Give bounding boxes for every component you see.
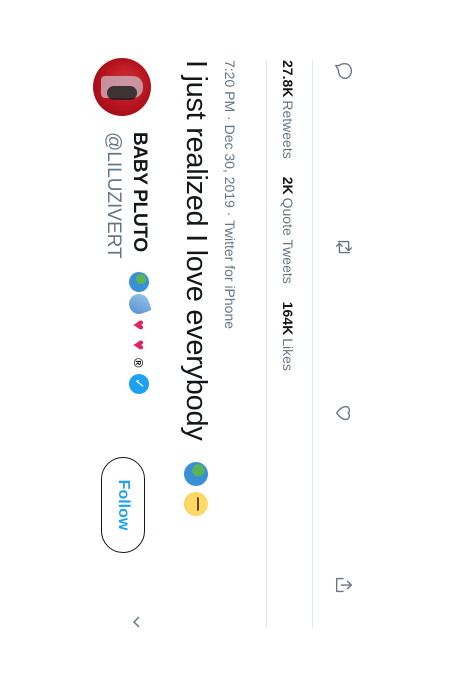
avatar[interactable]	[93, 58, 151, 116]
quotes-count: 2K	[280, 176, 296, 195]
meta-separator: ·	[222, 211, 238, 217]
tweet-text: I just realized I love everybody	[180, 60, 212, 441]
retweet-icon	[335, 240, 353, 254]
divider	[312, 60, 313, 628]
chevron-down-icon[interactable]	[129, 614, 145, 630]
tweet-card: BABY PLUTO ♥ ♥ ® ✓ @LILUZIVERT Follow I …	[0, 0, 460, 690]
name-emojis: ♥ ♥ ® ✓	[126, 272, 152, 394]
share-icon	[335, 577, 353, 593]
quotes-stat[interactable]: 2K Quote Tweets	[280, 177, 296, 284]
reply-button[interactable]	[333, 60, 355, 82]
divider	[266, 60, 267, 628]
tweet-stats: 27.8K Retweets 2K Quote Tweets 164K Likes	[280, 60, 296, 371]
tweet-time[interactable]: 7:20 PM	[222, 60, 238, 112]
tweet-date[interactable]: Dec 30, 2019	[222, 125, 238, 208]
likes-stat[interactable]: 164K Likes	[280, 302, 296, 371]
like-button[interactable]	[333, 402, 355, 424]
likes-count: 164K	[280, 301, 296, 336]
heart-icon: ♥	[129, 319, 149, 331]
tweet-text-emojis	[184, 462, 208, 516]
tweet-source[interactable]: Twitter for iPhone	[222, 220, 238, 329]
globe-icon	[129, 272, 149, 292]
action-bar	[331, 60, 355, 628]
quotes-label: Quote Tweets	[280, 197, 296, 284]
retweets-stat[interactable]: 27.8K Retweets	[280, 60, 296, 159]
retweet-button[interactable]	[333, 236, 355, 258]
heart-icon: ♥	[129, 339, 149, 351]
registered-mark: ®	[131, 358, 147, 368]
globe-icon	[184, 462, 208, 486]
like-icon	[335, 405, 351, 421]
likes-label: Likes	[280, 338, 296, 371]
retweets-label: Retweets	[280, 100, 296, 159]
verified-badge-icon: ✓	[129, 373, 149, 394]
follow-button[interactable]: Follow	[101, 457, 145, 553]
tweet-meta: 7:20 PM · Dec 30, 2019 · Twitter for iPh…	[222, 60, 238, 329]
author-display-name[interactable]: BABY PLUTO	[128, 132, 150, 252]
share-button[interactable]	[333, 574, 355, 596]
retweets-count: 27.8K	[280, 60, 296, 98]
author-handle[interactable]: @LILUZIVERT	[102, 132, 124, 259]
comet-icon	[126, 291, 152, 317]
reply-icon	[335, 62, 353, 80]
avatar-figure	[107, 86, 137, 100]
meta-separator: ·	[222, 116, 238, 121]
smirk-face-icon	[184, 492, 208, 516]
